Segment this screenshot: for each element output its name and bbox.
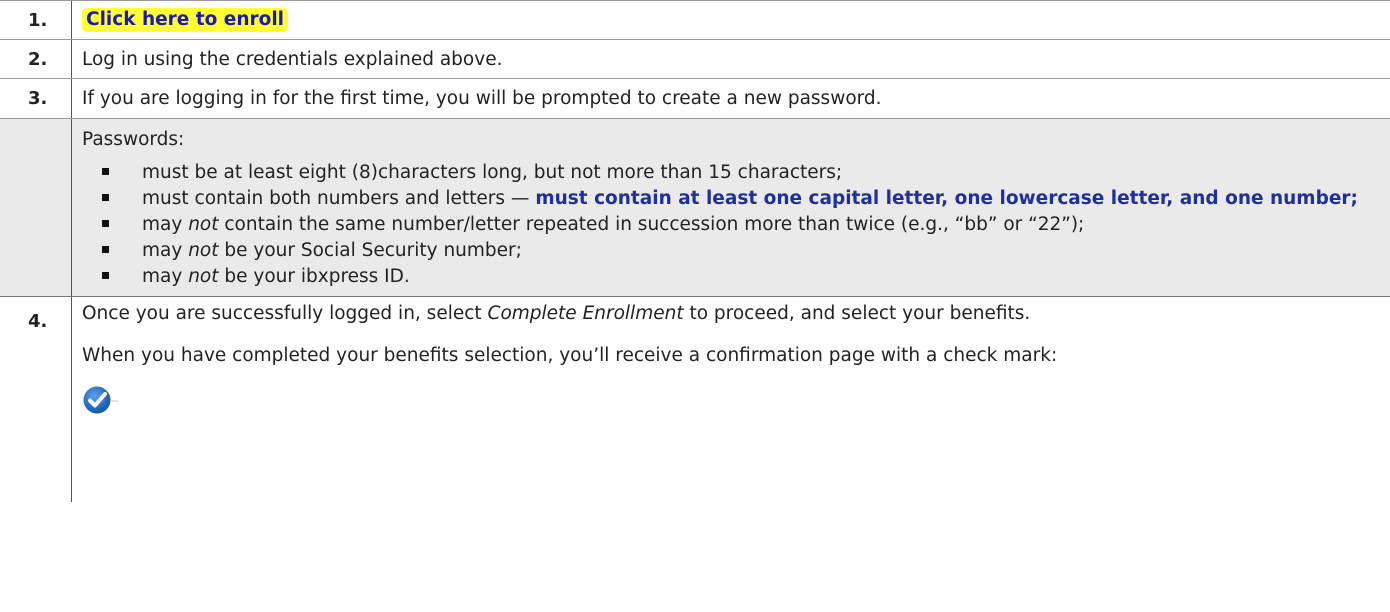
step-number-spacer <box>0 119 72 296</box>
step-row-2: 2. Log in using the credentials explaine… <box>0 40 1390 79</box>
step-number: 2. <box>0 40 72 78</box>
rule-emphasis: must contain at least one capital letter… <box>535 188 1358 209</box>
password-rule: must contain both numbers and letters — … <box>82 186 1390 211</box>
passwords-heading: Passwords: <box>82 129 185 150</box>
rule-text: may <box>142 214 189 235</box>
password-rule: may not contain the same number/letter r… <box>82 212 1390 237</box>
step-text: Log in using the credentials explained a… <box>82 48 503 70</box>
rule-text: contain the same number/letter repeated … <box>218 214 1085 235</box>
enroll-link[interactable]: Click here to enroll <box>82 8 289 32</box>
rule-italic: not <box>188 214 219 235</box>
rule-text: must contain both numbers and letters — <box>142 188 536 209</box>
step-text: When you have completed your benefits se… <box>82 345 1058 366</box>
step-content: Click here to enroll <box>72 1 1390 39</box>
rule-italic: not <box>188 266 219 287</box>
step-content: Once you are successfully logged in, sel… <box>72 297 1390 502</box>
complete-enrollment-term: Complete Enrollment <box>487 303 684 324</box>
password-rule: must be at least eight (8)characters lon… <box>82 160 1390 185</box>
step-row-3: 3. If you are logging in for the first t… <box>0 79 1390 119</box>
step-text: to proceed, and select your benefits. <box>683 303 1031 324</box>
enrollment-steps-table: 1. Click here to enroll 2. Log in using … <box>0 0 1390 502</box>
rule-italic: not <box>188 240 219 261</box>
square-bullet-icon <box>102 272 109 279</box>
password-rules-section: Passwords: must be at least eight (8)cha… <box>0 119 1390 297</box>
square-bullet-icon <box>102 246 109 253</box>
rule-text: be your ibxpress ID. <box>218 266 410 287</box>
step-number: 1. <box>0 1 72 39</box>
rule-text: must be at least eight (8)characters lon… <box>142 162 843 183</box>
password-rule: may not be your Social Security number; <box>82 238 1390 263</box>
square-bullet-icon <box>102 194 109 201</box>
step-row-4: 4. Once you are successfully logged in, … <box>0 297 1390 502</box>
step-text: Once you are successfully logged in, sel… <box>82 303 488 324</box>
rule-text: may <box>142 266 189 287</box>
password-rules-content: Passwords: must be at least eight (8)cha… <box>72 119 1390 296</box>
step-number: 3. <box>0 79 72 118</box>
square-bullet-icon <box>102 220 109 227</box>
square-bullet-icon <box>102 168 109 175</box>
rule-text: be your Social Security number; <box>218 240 522 261</box>
step-number: 4. <box>0 297 72 502</box>
password-rules-list: must be at least eight (8)characters lon… <box>82 160 1390 289</box>
step-paragraph: Once you are successfully logged in, sel… <box>82 301 1390 326</box>
password-rule: may not be your ibxpress ID. <box>82 264 1390 289</box>
step-text: If you are logging in for the first time… <box>82 88 882 109</box>
rule-text: may <box>142 240 189 261</box>
step-row-1: 1. Click here to enroll <box>0 0 1390 40</box>
check-mark-icon <box>83 386 118 414</box>
step-paragraph: When you have completed your benefits se… <box>82 343 1390 368</box>
